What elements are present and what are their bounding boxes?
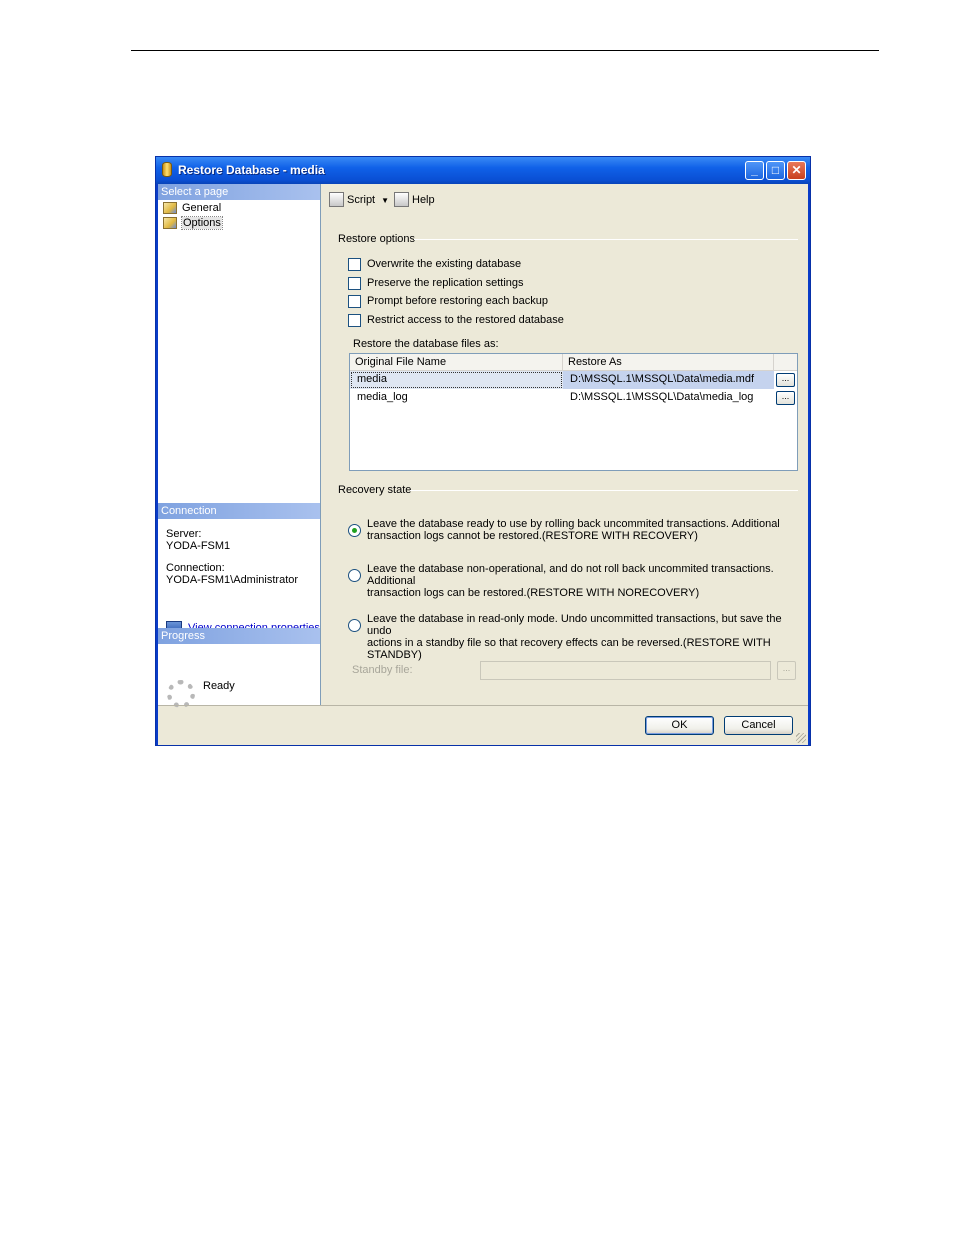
radio-label: Leave the database in read-only mode. Un… (367, 613, 797, 661)
help-button[interactable]: Help (394, 192, 435, 208)
radio-label-line: transaction logs can be restored.(RESTOR… (367, 587, 700, 599)
help-icon (394, 192, 409, 207)
column-restore-as[interactable]: Restore As (563, 354, 774, 371)
close-button[interactable]: ✕ (787, 161, 806, 180)
browse-button[interactable]: ... (776, 373, 795, 387)
resize-grip-icon[interactable] (796, 733, 806, 743)
restore-options-divider (414, 239, 798, 240)
left-pane: Select a page General Options Connection… (158, 184, 321, 708)
checkbox-box[interactable] (348, 314, 361, 327)
radio-button[interactable] (348, 569, 361, 582)
page-header-rule (131, 50, 879, 51)
page-item-label: Options (181, 216, 223, 230)
restore-files-label: Restore the database files as: (353, 338, 499, 350)
checkbox-label: Restrict access to the restored database (367, 314, 564, 326)
progress-header: Progress (158, 628, 320, 644)
script-button[interactable]: Script ▼ (329, 192, 389, 208)
table-row[interactable]: media D:\MSSQL.1\MSSQL\Data\media.mdf ..… (350, 371, 797, 389)
recovery-state-divider (410, 490, 798, 491)
standby-file-input[interactable] (480, 661, 771, 680)
cancel-button[interactable]: Cancel (724, 716, 793, 735)
page-item-general[interactable]: General (162, 201, 221, 215)
connection-label: Connection: (166, 562, 225, 574)
column-original-file-name[interactable]: Original File Name (350, 354, 563, 371)
standby-file-label: Standby file: (352, 664, 413, 676)
radio-label-line: Leave the database ready to use by rolli… (367, 518, 780, 530)
original-file-name-cell[interactable]: media_log (350, 389, 563, 407)
progress-status: Ready (203, 680, 235, 692)
checkbox-box[interactable] (348, 258, 361, 271)
restore-options-title: Restore options (338, 233, 416, 245)
restore-database-dialog: Restore Database - media _ □ ✕ Select a … (155, 156, 811, 746)
standby-browse-button[interactable]: ... (777, 661, 796, 680)
browse-button[interactable]: ... (776, 391, 795, 405)
script-label: Script (347, 194, 376, 206)
maximize-button[interactable]: □ (766, 161, 785, 180)
radio-label: Leave the database non-operational, and … (367, 563, 797, 599)
window-title: Restore Database - media (178, 163, 325, 177)
radio-label-line: Leave the database in read-only mode. Un… (367, 613, 782, 637)
dialog-client-area: Select a page General Options Connection… (158, 184, 808, 745)
table-row[interactable]: media_log D:\MSSQL.1\MSSQL\Data\media_lo… (350, 389, 797, 407)
server-label: Server: (166, 528, 202, 540)
minimize-button[interactable]: _ (745, 161, 764, 180)
checkbox-label: Prompt before restoring each backup (367, 295, 548, 307)
select-page-header: Select a page (158, 184, 320, 200)
server-value: YODA-FSM1 (166, 540, 231, 552)
checkbox-box[interactable] (348, 277, 361, 290)
checkbox-label: Overwrite the existing database (367, 258, 522, 270)
radio-button[interactable] (348, 524, 361, 537)
script-icon (329, 192, 344, 207)
page-icon (163, 202, 177, 214)
restore-as-cell[interactable]: D:\MSSQL.1\MSSQL\Data\media_log (563, 389, 774, 407)
chevron-down-icon[interactable]: ▼ (381, 193, 389, 209)
checkbox-label: Preserve the replication settings (367, 277, 524, 289)
restore-as-cell[interactable]: D:\MSSQL.1\MSSQL\Data\media.mdf (563, 371, 774, 389)
radio-label-line: Leave the database non-operational, and … (367, 563, 774, 587)
connection-header: Connection (158, 503, 320, 519)
restore-files-grid: Original File Name Restore As media D:\M… (349, 353, 798, 471)
checkbox-box[interactable] (348, 295, 361, 308)
radio-label-line: transaction logs cannot be restored.(RES… (367, 530, 698, 542)
radio-button[interactable] (348, 619, 361, 632)
page-item-label: General (182, 202, 222, 214)
progress-spinner-icon (167, 680, 195, 708)
page-item-options[interactable]: Options (162, 216, 223, 230)
page-icon (163, 217, 177, 229)
original-file-name-cell[interactable]: media (350, 371, 563, 389)
toolbar: Script ▼ Help (322, 184, 808, 214)
radio-label: Leave the database ready to use by rolli… (367, 518, 797, 542)
title-bar[interactable]: Restore Database - media _ □ ✕ (156, 157, 810, 184)
ok-button[interactable]: OK (645, 716, 714, 735)
grid-header: Original File Name Restore As (350, 354, 797, 371)
help-label: Help (412, 194, 435, 206)
connection-value: YODA-FSM1\Administrator (166, 574, 299, 586)
radio-label-line: actions in a standby file so that recove… (367, 637, 771, 661)
recovery-state-title: Recovery state (338, 484, 412, 496)
right-pane: Script ▼ Help Restore options Overwrite t… (322, 184, 808, 705)
dialog-footer: OK Cancel (158, 705, 808, 745)
database-icon (162, 162, 172, 177)
